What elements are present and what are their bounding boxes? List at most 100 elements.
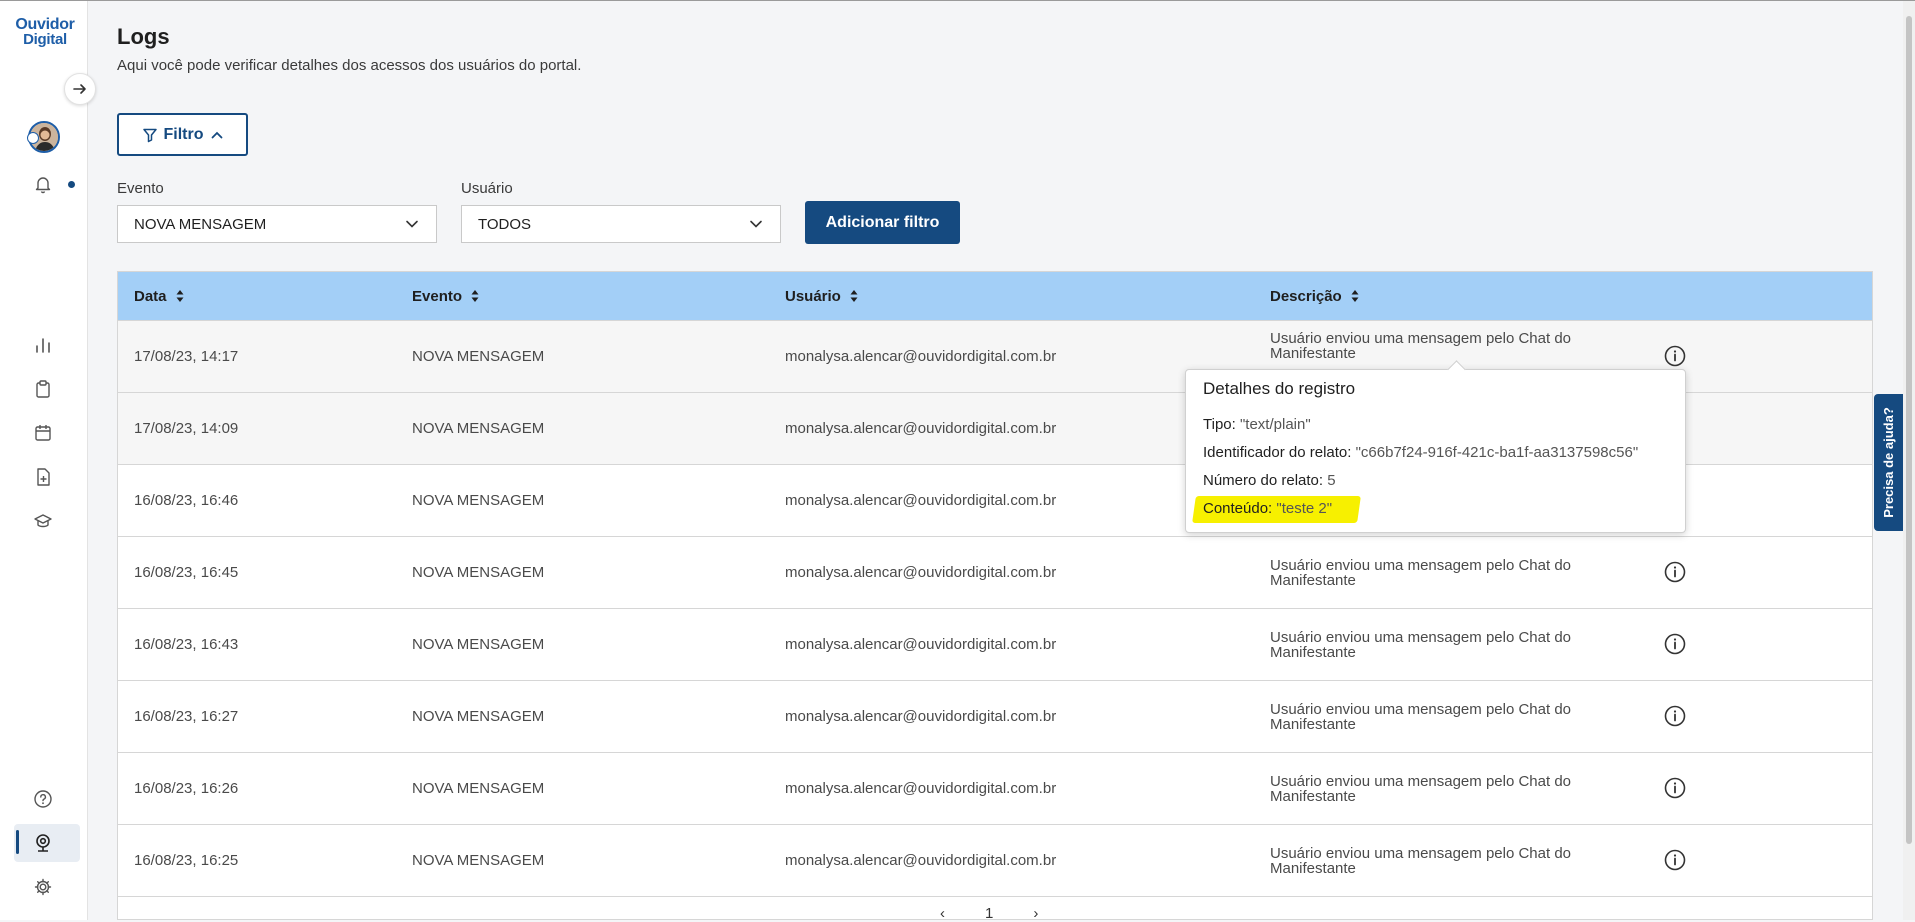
popover-type-label: Tipo: (1203, 416, 1236, 433)
popover-content-line: Conteúdo: "teste 2" (1203, 500, 1332, 517)
sidebar-item-documents[interactable] (31, 465, 55, 489)
info-icon[interactable] (1663, 560, 1687, 584)
sidebar-item-training[interactable] (31, 509, 55, 533)
popover-id-label: Identificador do relato: (1203, 444, 1352, 461)
cell-event: NOVA MENSAGEM (412, 420, 545, 437)
filter-toggle-label: Filtro (163, 125, 204, 143)
cell-user: monalysa.alencar@ouvidordigital.com.br (785, 780, 1057, 797)
graduation-cap-icon (34, 514, 52, 528)
table-row: 16/08/23, 16:43 NOVA MENSAGEM monalysa.a… (118, 608, 1872, 680)
page-title: Logs (117, 24, 170, 49)
sidebar-item-dashboard[interactable] (31, 333, 55, 357)
filter-toggle-button[interactable]: Filtro (117, 113, 248, 156)
cell-user: monalysa.alencar@ouvidordigital.com.br (785, 564, 1057, 581)
cell-description: Usuário enviou uma mensagem pelo Chat do… (1270, 772, 1572, 805)
info-icon[interactable] (1663, 632, 1687, 656)
chevron-down-icon (406, 220, 418, 228)
user-filter-label: Usuário (461, 180, 513, 197)
sort-icon (1351, 290, 1359, 302)
chevron-down-icon (750, 220, 762, 228)
cell-date: 16/08/23, 16:46 (134, 492, 239, 509)
pagination-current-page[interactable]: 1 (985, 905, 993, 922)
cell-date: 16/08/23, 16:27 (134, 708, 239, 725)
notifications-button[interactable] (31, 172, 55, 196)
webcam-icon (36, 834, 50, 852)
cell-date: 16/08/23, 16:25 (134, 852, 239, 869)
logo-line1: Ouvidor (15, 16, 75, 33)
sidebar-item-reports[interactable] (31, 377, 55, 401)
popover-id-value: "c66b7f24-916f-421c-ba1f-aa3137598c56" (1355, 444, 1639, 461)
column-header-label: Descrição (1270, 287, 1342, 305)
app-logo[interactable]: Ouvidor Digital (14, 16, 76, 48)
cell-user: monalysa.alencar@ouvidordigital.com.br (785, 852, 1057, 869)
column-header-label: Data (134, 287, 167, 305)
arrow-right-icon (73, 84, 86, 94)
column-header-label: Usuário (785, 287, 841, 305)
logo-line2: Digital (23, 31, 67, 48)
column-header-event[interactable]: Evento (412, 272, 480, 320)
popover-number-line: Número do relato: 5 (1203, 472, 1336, 489)
user-select[interactable]: TODOS (461, 205, 781, 243)
cell-event: NOVA MENSAGEM (412, 492, 545, 509)
sort-icon (176, 290, 184, 302)
bar-chart-icon (36, 338, 50, 353)
record-details-popover: Detalhes do registro Tipo: "text/plain" … (1185, 369, 1686, 533)
cell-event: NOVA MENSAGEM (412, 348, 545, 365)
cell-user: monalysa.alencar@ouvidordigital.com.br (785, 348, 1057, 365)
info-icon[interactable] (1663, 848, 1687, 872)
avatar-status-badge (27, 132, 39, 144)
info-icon[interactable] (1663, 776, 1687, 800)
column-header-description[interactable]: Descrição (1270, 272, 1360, 320)
cell-date: 17/08/23, 14:09 (134, 420, 239, 437)
sidebar-item-calendar[interactable] (31, 421, 55, 445)
expand-sidebar-button[interactable] (64, 73, 96, 105)
cell-user: monalysa.alencar@ouvidordigital.com.br (785, 420, 1057, 437)
popover-content-value: "teste 2" (1276, 500, 1333, 517)
popover-type-value: "text/plain" (1239, 416, 1311, 433)
gear-icon (34, 878, 52, 896)
calendar-icon (35, 425, 51, 441)
column-header-date[interactable]: Data (134, 272, 185, 320)
add-filter-button[interactable]: Adicionar filtro (805, 201, 960, 244)
sidebar-item-settings[interactable] (31, 875, 55, 899)
column-header-label: Evento (412, 287, 463, 305)
sidebar-item-help[interactable] (31, 787, 55, 811)
sidebar-active-indicator (16, 830, 19, 854)
filter-icon (142, 128, 157, 142)
column-header-user[interactable]: Usuário (785, 272, 859, 320)
cell-description: Usuário enviou uma mensagem pelo Chat do… (1270, 556, 1572, 589)
popover-title: Detalhes do registro (1203, 379, 1356, 398)
cell-event: NOVA MENSAGEM (412, 852, 545, 869)
cell-event: NOVA MENSAGEM (412, 708, 545, 725)
bell-icon (35, 177, 51, 194)
sort-icon (850, 290, 858, 302)
info-icon[interactable] (1663, 704, 1687, 728)
cell-description: Usuário enviou uma mensagem pelo Chat do… (1270, 700, 1572, 733)
cell-event: NOVA MENSAGEM (412, 780, 545, 797)
help-circle-icon (34, 790, 52, 808)
chevron-up-icon (211, 131, 222, 138)
table-row: 16/08/23, 16:45 NOVA MENSAGEM monalysa.a… (118, 536, 1872, 608)
top-divider (0, 0, 1915, 1)
cell-date: 16/08/23, 16:26 (134, 780, 239, 797)
popover-number-value: 5 (1327, 472, 1336, 489)
pagination: ‹ 1 › (940, 905, 1038, 922)
table-row: 16/08/23, 16:25 NOVA MENSAGEM monalysa.a… (118, 824, 1872, 896)
info-icon[interactable] (1663, 344, 1687, 368)
sidebar-item-logs[interactable] (31, 831, 55, 855)
popover-type-line: Tipo: "text/plain" (1203, 416, 1311, 433)
help-tab[interactable]: Precisa de ajuda? (1874, 394, 1903, 531)
scrollbar-thumb[interactable] (1906, 16, 1912, 844)
cell-user: monalysa.alencar@ouvidordigital.com.br (785, 708, 1057, 725)
notification-dot (68, 181, 75, 188)
pagination-prev-button[interactable]: ‹ (940, 905, 945, 922)
sort-icon (471, 290, 479, 302)
cell-event: NOVA MENSAGEM (412, 636, 545, 653)
cell-description: Usuário enviou uma mensagem pelo Chat do… (1270, 844, 1572, 877)
event-filter-label: Evento (117, 180, 164, 197)
popover-id-line: Identificador do relato: "c66b7f24-916f-… (1203, 444, 1638, 461)
pagination-next-button[interactable]: › (1033, 905, 1038, 922)
event-select-value: NOVA MENSAGEM (134, 215, 267, 233)
clipboard-icon (36, 380, 50, 398)
event-select[interactable]: NOVA MENSAGEM (117, 205, 437, 243)
